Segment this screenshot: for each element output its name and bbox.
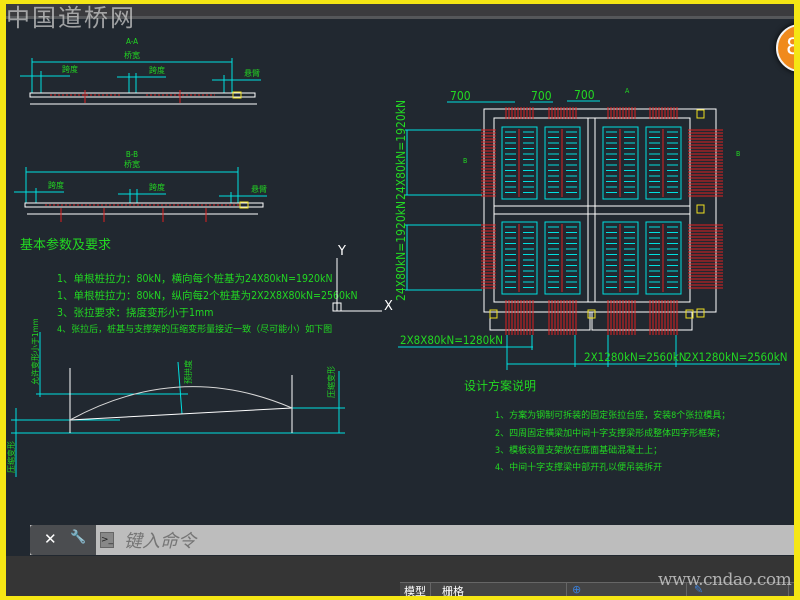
plan-vertical-top-label: 24X80kN=1920kN xyxy=(394,100,408,200)
deflection-mid-label: 预拱度 xyxy=(183,360,193,384)
section-bb-total-label: 桥宽 xyxy=(124,159,140,169)
deflection-bottom-label: 压缩变形 xyxy=(6,441,16,473)
plan-dim-700: 700 xyxy=(574,88,595,102)
cad-window: A-A 桥宽 跨度 跨度 悬臂 B-B 桥宽 跨度 跨度 悬臂 基本参数及要求 … xyxy=(6,4,794,596)
anchor-block xyxy=(489,309,498,319)
design-item: 4、中间十字支撑梁中部开孔以便吊装拆开 xyxy=(495,461,662,473)
command-input[interactable] xyxy=(122,527,726,555)
close-icon[interactable]: ✕ xyxy=(44,530,57,548)
plan-vertical-bottom-label: 24X80kN=1920kN xyxy=(394,201,408,301)
command-line: ✕ 🔧 >_ xyxy=(30,525,794,555)
ucs-x-label: X xyxy=(384,299,393,314)
grid-toggle[interactable]: 栅格 xyxy=(438,583,567,596)
requirement-item: 4、张拉后，桩基与支撑架的压缩变形量接近一致（尽可能小）如下图 xyxy=(57,323,332,335)
plan-bottom-left-label: 2X8X80kN=1280kN xyxy=(400,333,503,347)
command-line-handle[interactable]: ✕ 🔧 xyxy=(30,525,96,555)
section-bb-title: B-B xyxy=(126,150,138,159)
design-block: 设计方案说明 1、方案为钢制可拆装的固定张拉台座，安装8个张拉模具； 2、四周固… xyxy=(464,378,730,473)
design-title: 设计方案说明 xyxy=(464,378,536,393)
plan-cut-b-label: B xyxy=(463,157,467,165)
design-item: 2、四周固定横梁加中间十字支撑梁形成整体四字形框架； xyxy=(495,427,725,439)
anchor-block xyxy=(696,109,705,119)
section-aa-right-label: 悬臂 xyxy=(244,68,260,78)
anchor-block xyxy=(696,308,705,318)
design-item: 1、方案为钢制可拆装的固定张拉台座，安装8个张拉模具； xyxy=(495,409,730,421)
watermark-url: www.cndao.com xyxy=(658,570,792,590)
requirement-item: 3、张拉要求：挠度变形小于1mm xyxy=(57,306,213,319)
plan-bottom-right-label: 2X1280kN=2560kN xyxy=(685,350,787,364)
requirement-item: 1、单根桩拉力：80kN，横向每个桩基为24X80kN=1920kN xyxy=(57,272,333,285)
watermark-logo: 中国道桥网 xyxy=(6,4,136,32)
deflection-right-label: 压缩变形 xyxy=(326,366,336,398)
section-aa-title: A-A xyxy=(126,37,138,46)
ucs-y-label: Y xyxy=(337,244,346,259)
section-bb-left-label: 跨度 xyxy=(48,180,64,190)
requirements-title: 基本参数及要求 xyxy=(20,237,111,253)
model-tab[interactable]: 模型 xyxy=(400,583,431,596)
section-aa-structure xyxy=(29,92,257,105)
requirements-block: 基本参数及要求 1、单根桩拉力：80kN，横向每个桩基为24X80kN=1920… xyxy=(20,237,358,335)
plan-dim-700: 700 xyxy=(450,89,471,103)
plan-dim-700: 700 xyxy=(531,89,552,103)
section-bb-mid-label: 跨度 xyxy=(149,182,165,192)
command-prompt-icon[interactable]: >_ xyxy=(100,532,114,548)
wrench-icon[interactable]: 🔧 xyxy=(70,530,86,545)
ucs-icon: Y X xyxy=(332,244,393,314)
design-item: 3、模板设置支架放在底面基础混凝土上； xyxy=(495,444,662,456)
section-aa-mid-label: 跨度 xyxy=(149,65,165,75)
deflection-left-label: 允许变形小于1mm xyxy=(30,318,40,385)
deflection-diagram: 允许变形小于1mm 预拱度 压缩变形 压缩变形 xyxy=(6,318,345,477)
plan-bottom-mid-label: 2X1280kN=2560kN xyxy=(584,350,686,364)
plan-cut-a-label: A xyxy=(625,87,630,95)
plan-view: 700 700 700 24X80kN=1920kN 24X80kN=1920k… xyxy=(394,87,787,370)
section-aa-left-label: 跨度 xyxy=(62,64,78,74)
section-bb-right-label: 悬臂 xyxy=(251,184,267,194)
anchor-block xyxy=(696,204,705,214)
section-aa-total-label: 桥宽 xyxy=(124,50,140,60)
drawing-canvas[interactable]: A-A 桥宽 跨度 跨度 悬臂 B-B 桥宽 跨度 跨度 悬臂 基本参数及要求 … xyxy=(6,4,794,596)
section-aa: A-A 桥宽 跨度 跨度 悬臂 xyxy=(20,37,261,105)
plan-cut-b-label: B xyxy=(736,150,740,158)
section-aa-dimensions xyxy=(20,58,261,93)
section-bb: B-B 桥宽 跨度 跨度 悬臂 xyxy=(14,150,267,222)
requirement-item: 1、单根桩拉力：80kN，纵向每2个桩基为2X2X8X80kN=2560kN xyxy=(57,289,358,302)
